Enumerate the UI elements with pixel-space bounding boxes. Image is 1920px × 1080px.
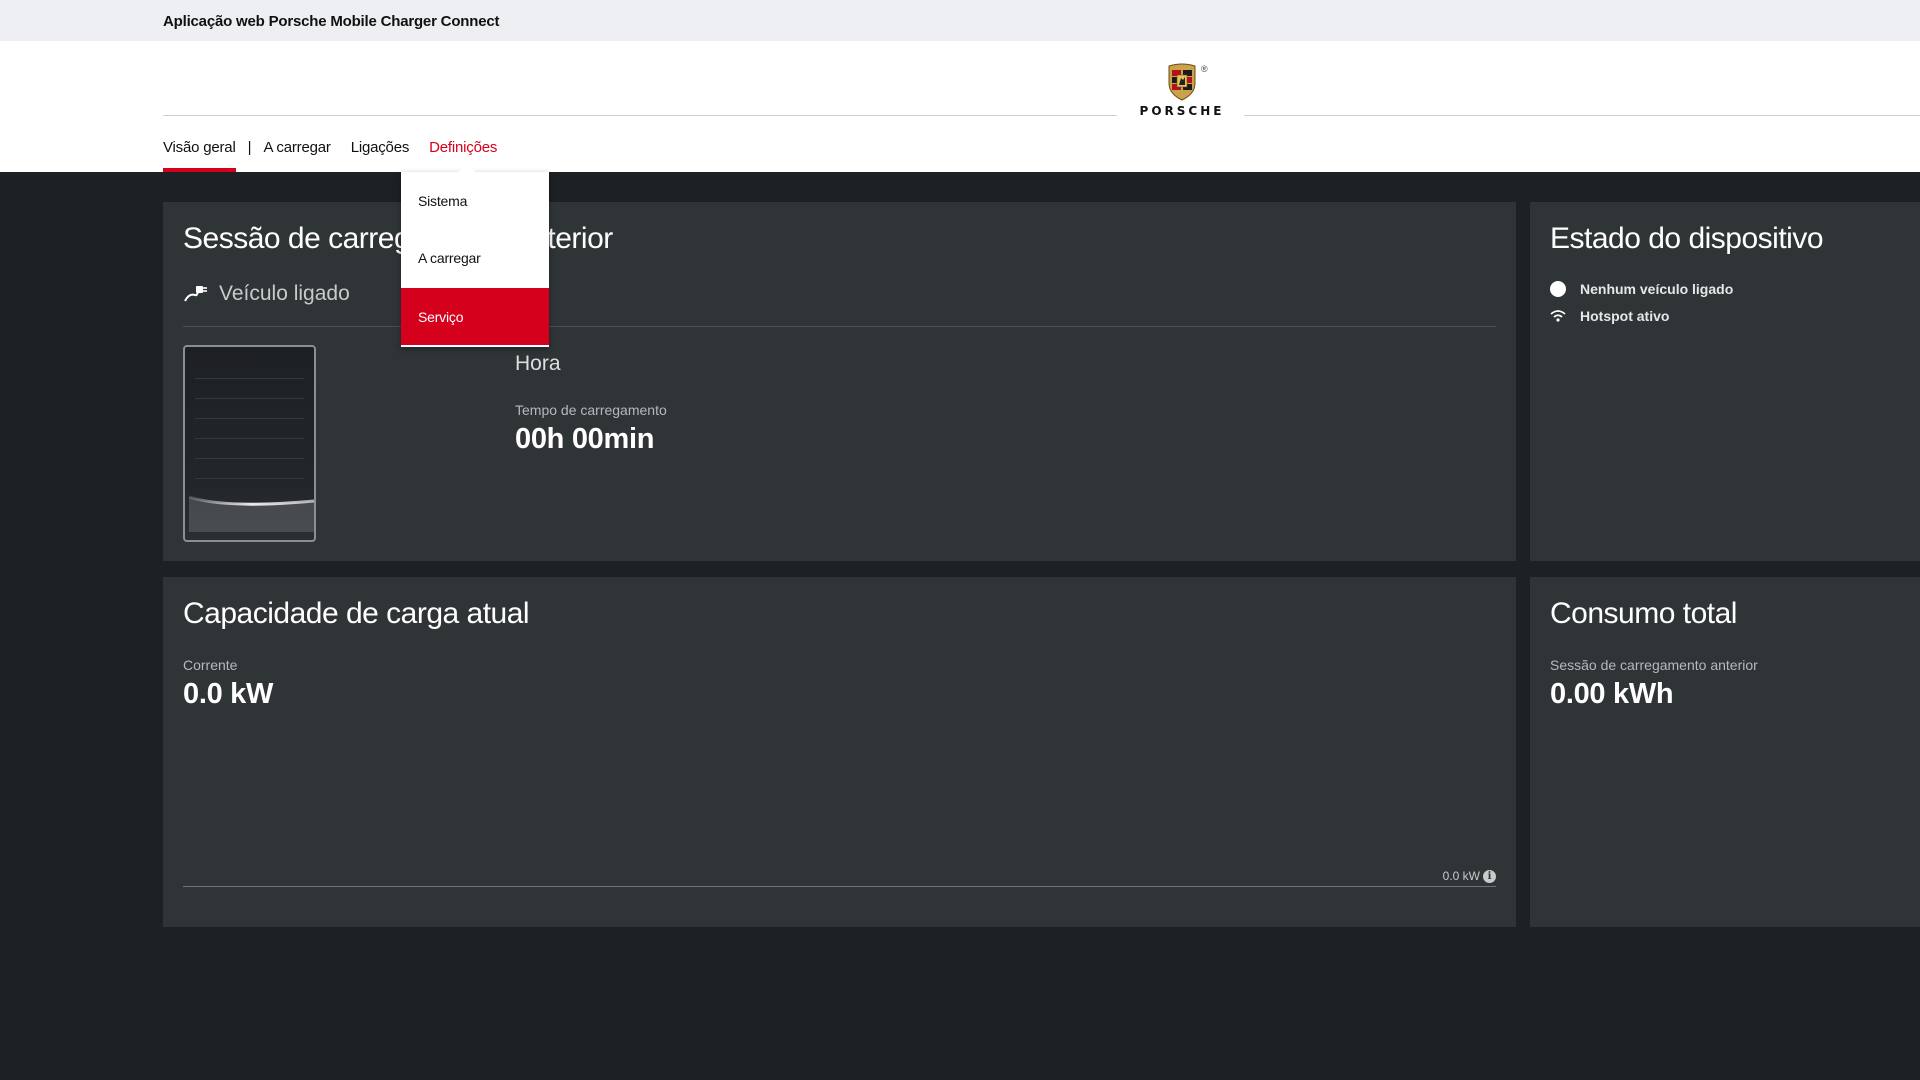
info-icon[interactable]: i (1483, 869, 1496, 883)
charge-time-label: Tempo de carregamento (515, 402, 667, 418)
nav-a-carregar[interactable]: A carregar (263, 137, 330, 172)
wifi-icon (1550, 310, 1566, 322)
nav-ligacoes[interactable]: Ligações (351, 137, 410, 172)
current-label: Corrente (183, 657, 238, 673)
divider (183, 326, 1496, 327)
registered-mark: ® (1201, 64, 1208, 74)
total-consumption-label: Sessão de carregamento anterior (1550, 657, 1758, 673)
nav-separator: | (247, 139, 252, 156)
app-title: Aplicação web Porsche Mobile Charger Con… (163, 13, 500, 30)
time-heading: Hora (515, 352, 561, 375)
charger-light-strip (188, 495, 314, 532)
current-capacity-panel: Capacidade de carga atual Corrente 0.0 k… (163, 577, 1516, 927)
device-status-title: Estado do dispositivo (1550, 222, 1824, 255)
power-bar-max-label: 0.0 kW (1442, 869, 1480, 883)
device-status-vehicle-label: Nenhum veículo ligado (1580, 281, 1734, 297)
total-consumption-value: 0.00 kWh (1550, 678, 1674, 710)
status-dot-icon (1550, 281, 1566, 297)
device-status-hotspot: Hotspot ativo (1550, 308, 1669, 324)
power-bar-max: 0.0 kW i (1443, 869, 1496, 883)
plug-icon (184, 286, 207, 302)
settings-dropdown: Sistema A carregar Serviço (401, 172, 549, 347)
current-power-value: 0.0 kW (183, 678, 274, 710)
charger-image (183, 345, 316, 542)
header: ® PORSCHE Visão geral | A carregar Ligaç… (0, 41, 1920, 172)
device-status-hotspot-label: Hotspot ativo (1580, 308, 1670, 324)
device-status-vehicle: Nenhum veículo ligado (1550, 281, 1733, 297)
menu-item-servico[interactable]: Serviço (401, 288, 549, 345)
browser-title-bar: Aplicação web Porsche Mobile Charger Con… (0, 0, 1920, 41)
total-consumption-title: Consumo total (1550, 597, 1737, 630)
header-divider-right (1244, 115, 1920, 116)
header-divider-left (163, 115, 1117, 116)
device-status-panel: Estado do dispositivo Nenhum veículo lig… (1530, 202, 1920, 561)
porsche-wordmark: PORSCHE (1139, 104, 1225, 118)
porsche-crest-icon (1168, 63, 1196, 101)
menu-item-sistema[interactable]: Sistema (401, 172, 549, 229)
menu-item-a-carregar[interactable]: A carregar (401, 229, 549, 286)
vehicle-status: Veículo ligado (183, 282, 350, 306)
main-nav: Visão geral | A carregar Ligações Defini… (163, 137, 497, 172)
charge-time-value: 00h 00min (515, 423, 655, 455)
total-consumption-panel: Consumo total Sessão de carregamento ant… (1530, 577, 1920, 927)
power-bar (183, 886, 1496, 887)
last-session-panel: Sessão de carregamento anterior Veículo … (163, 202, 1516, 561)
nav-visao-geral[interactable]: Visão geral (163, 137, 236, 172)
current-capacity-title: Capacidade de carga atual (183, 597, 530, 630)
porsche-logo[interactable]: ® PORSCHE (1126, 63, 1238, 123)
vehicle-status-label: Veículo ligado (219, 282, 350, 305)
